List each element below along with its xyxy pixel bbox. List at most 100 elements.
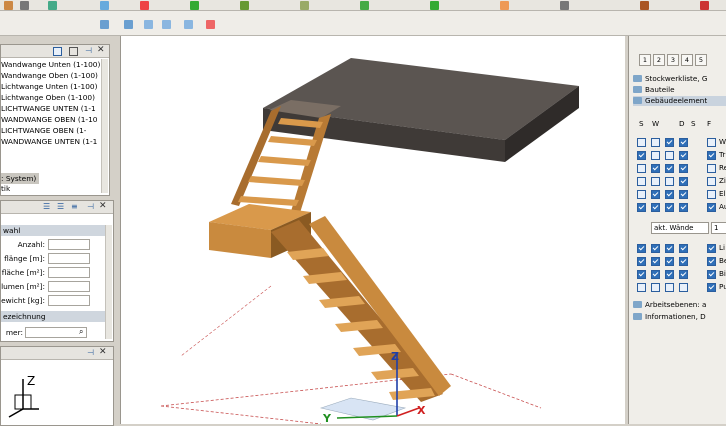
layer-checkbox[interactable] (679, 190, 688, 199)
layer-checkbox[interactable] (679, 244, 688, 253)
tree-item[interactable]: Gebäudeelement (633, 96, 726, 106)
layer-checkbox[interactable] (665, 177, 674, 186)
close-icon[interactable]: ✕ (97, 45, 105, 55)
layer-checkbox[interactable] (679, 257, 688, 266)
tool-icon[interactable] (360, 1, 369, 10)
layer-checkbox[interactable] (679, 151, 688, 160)
close-icon[interactable] (206, 20, 215, 29)
tab-5[interactable]: 5 (695, 54, 707, 66)
layer-checkbox[interactable] (679, 177, 688, 186)
list-item[interactable]: LICHTWANGE OBEN (1- (1, 125, 86, 136)
layer-checkbox[interactable] (707, 164, 716, 173)
checkbox-icon[interactable] (53, 47, 62, 56)
layer-checkbox[interactable] (707, 283, 716, 292)
tool-icon[interactable] (190, 1, 199, 10)
layer-checkbox[interactable] (651, 164, 660, 173)
tool-icon[interactable] (640, 1, 649, 10)
layer-checkbox[interactable] (651, 203, 660, 212)
pin-icon[interactable]: ⊣ (87, 202, 94, 211)
tool-icon[interactable] (184, 20, 193, 29)
layer-checkbox[interactable] (651, 138, 660, 147)
layer-checkbox[interactable] (707, 190, 716, 199)
tool-icon[interactable] (20, 1, 29, 10)
tab-1[interactable]: 1 (639, 54, 651, 66)
layer-checkbox[interactable] (707, 257, 716, 266)
prop-input[interactable] (48, 295, 90, 306)
list-item[interactable]: Lichtwange Unten (1-100) (1, 81, 97, 92)
prop-input[interactable] (48, 239, 90, 250)
layer-checkbox[interactable] (665, 190, 674, 199)
tool-icon[interactable] (124, 20, 133, 29)
layer-checkbox[interactable] (637, 244, 646, 253)
list-item[interactable]: LICHTWANGE UNTEN (1-1 (1, 103, 96, 114)
list-item[interactable]: Wandwange Oben (1-100) (1, 70, 98, 81)
tool-icon[interactable] (300, 1, 309, 10)
scrollbar[interactable] (105, 225, 112, 339)
layer-checkbox[interactable] (679, 270, 688, 279)
sort-icon[interactable]: ≡ (71, 202, 78, 211)
layer-checkbox[interactable] (651, 270, 660, 279)
layer-checkbox[interactable] (665, 257, 674, 266)
layer-checkbox[interactable] (637, 164, 646, 173)
layer-checkbox[interactable] (651, 244, 660, 253)
tool-icon[interactable] (560, 1, 569, 10)
layer-checkbox[interactable] (707, 177, 716, 186)
name-input[interactable] (25, 327, 87, 338)
layer-checkbox[interactable] (651, 190, 660, 199)
tool-icon[interactable] (700, 1, 709, 10)
layer-checkbox[interactable] (637, 283, 646, 292)
scrollbar[interactable] (101, 59, 108, 193)
layer-checkbox[interactable] (665, 270, 674, 279)
layer-checkbox[interactable] (707, 203, 716, 212)
tool-icon[interactable] (100, 20, 109, 29)
list-item[interactable]: WANDWANGE OBEN (1-10 (1, 114, 98, 125)
layer-checkbox[interactable] (665, 164, 674, 173)
pin-icon[interactable]: ⊣ (87, 348, 94, 357)
layer-checkbox[interactable] (637, 190, 646, 199)
3d-viewport[interactable]: Z X Y (120, 36, 625, 425)
close-icon[interactable]: ✕ (99, 347, 107, 357)
layer-checkbox[interactable] (637, 203, 646, 212)
tool-icon[interactable] (48, 1, 57, 10)
pin-icon[interactable]: ⊣ (85, 46, 92, 55)
tool-icon[interactable] (140, 1, 149, 10)
tool-icon[interactable] (430, 1, 439, 10)
layer-checkbox[interactable] (651, 177, 660, 186)
layer-checkbox[interactable] (637, 177, 646, 186)
layer-checkbox[interactable] (651, 151, 660, 160)
tree-item[interactable]: Arbeitsebenen: a (633, 300, 726, 310)
layer-checkbox[interactable] (665, 283, 674, 292)
tab-2[interactable]: 2 (653, 54, 665, 66)
layer-checkbox[interactable] (637, 257, 646, 266)
prop-input[interactable] (48, 281, 90, 292)
prop-input[interactable] (48, 253, 90, 264)
layer-checkbox[interactable] (665, 203, 674, 212)
tool-icon[interactable] (4, 1, 13, 10)
tree-item[interactable]: Stockwerkliste, G (633, 74, 726, 84)
tree-item[interactable]: Bauteile (633, 85, 726, 95)
tool-icon[interactable] (240, 1, 249, 10)
layer-checkbox[interactable] (707, 138, 716, 147)
tool-icon[interactable] (100, 1, 109, 10)
close-icon[interactable]: ✕ (99, 201, 107, 211)
layer-checkbox[interactable] (637, 270, 646, 279)
layer-checkbox[interactable] (707, 151, 716, 160)
layer-checkbox[interactable] (707, 244, 716, 253)
tool-icon[interactable] (162, 20, 171, 29)
list-item[interactable]: Wandwange Unten (1-100) (1, 59, 100, 70)
tree-item[interactable]: Informationen, D (633, 312, 726, 322)
layer-checkbox[interactable] (679, 203, 688, 212)
layer-checkbox[interactable] (679, 138, 688, 147)
layer-checkbox[interactable] (651, 283, 660, 292)
tab-4[interactable]: 4 (681, 54, 693, 66)
layer-checkbox[interactable] (637, 138, 646, 147)
layer-dropdown[interactable]: akt. Wände (651, 222, 709, 234)
list-item[interactable]: tik (1, 183, 10, 194)
list-item[interactable]: WANDWANGE UNTEN (1-1 (1, 136, 97, 147)
prop-input[interactable] (48, 267, 90, 278)
lookup-icon[interactable]: ⌕ (79, 327, 83, 337)
list-icon[interactable]: ☰ (57, 202, 64, 211)
layer-checkbox[interactable] (665, 138, 674, 147)
list-item[interactable]: Lichtwange Oben (1-100) (1, 92, 95, 103)
layer-checkbox[interactable] (679, 164, 688, 173)
